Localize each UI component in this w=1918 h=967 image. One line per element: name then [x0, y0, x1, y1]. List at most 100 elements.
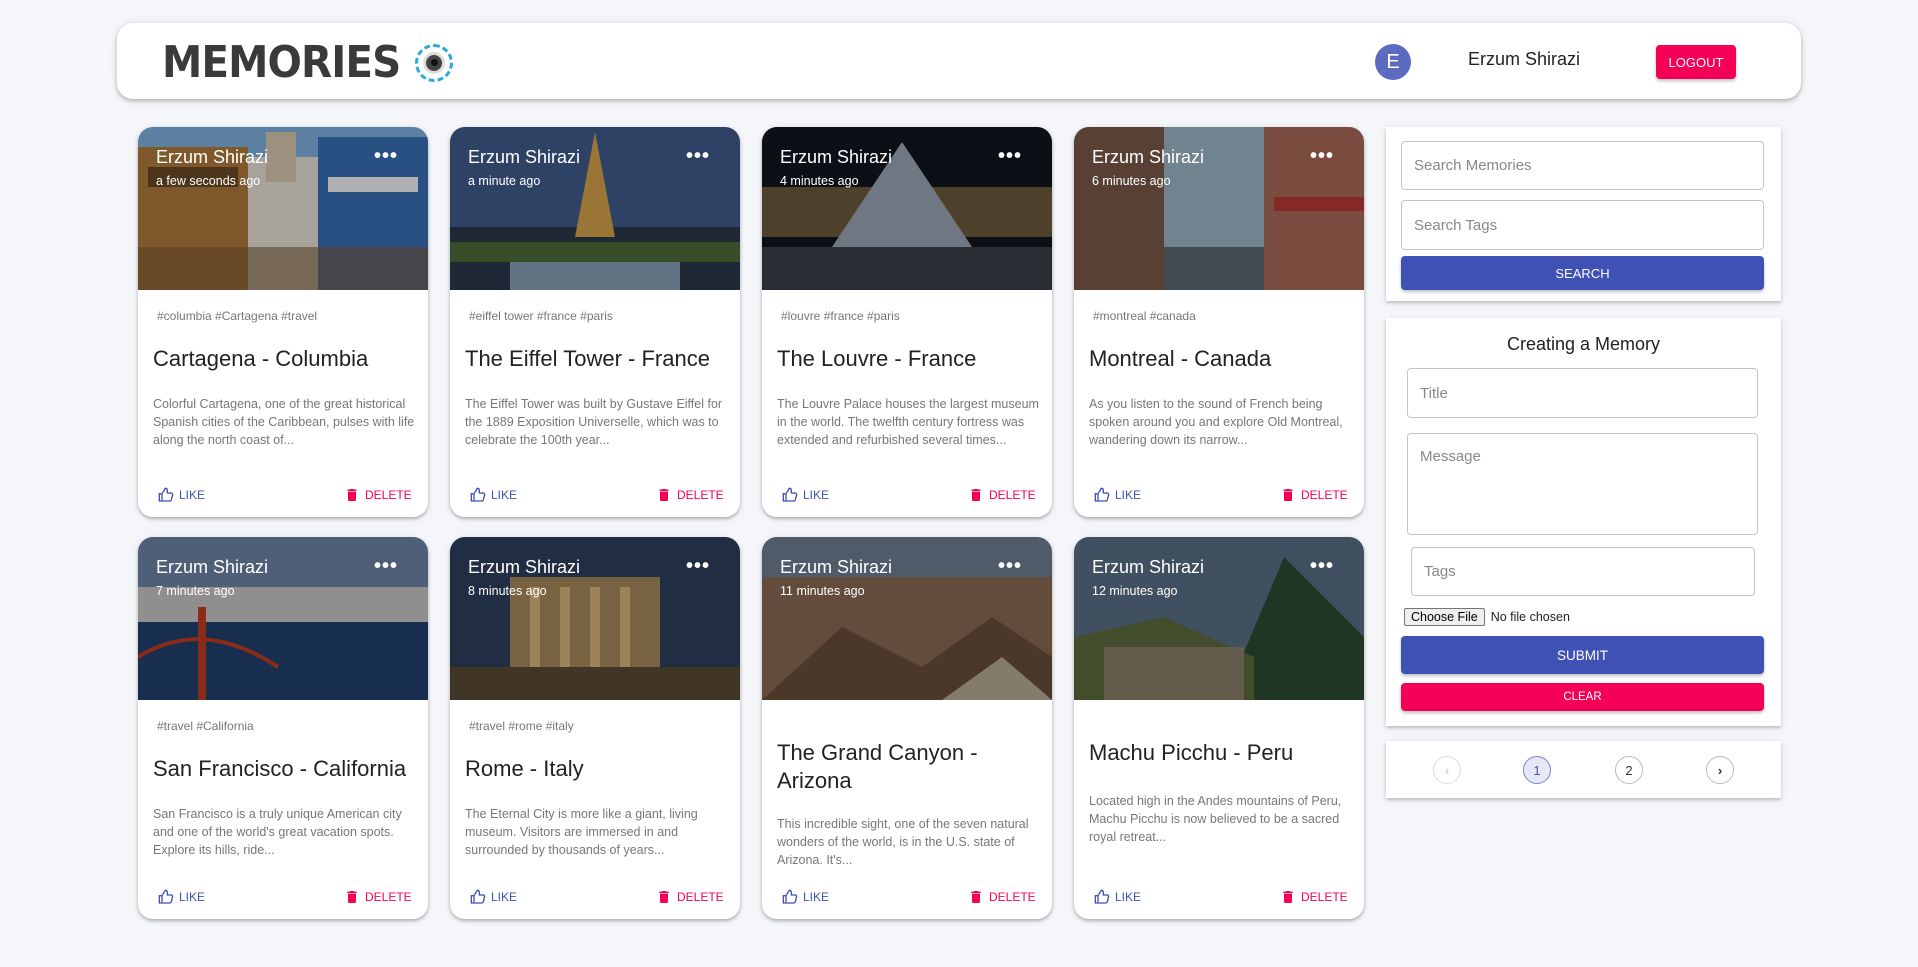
thumb-up-icon: [158, 889, 174, 904]
trash-icon: [971, 891, 981, 903]
delete-button[interactable]: DELETE: [1280, 487, 1348, 503]
post-time: 11 minutes ago: [780, 584, 865, 598]
search-memories-input[interactable]: [1401, 141, 1764, 190]
post-message: Colorful Cartagena, one of the great his…: [153, 397, 415, 447]
post-title: The Louvre - France: [777, 346, 977, 371]
tags-field[interactable]: [1411, 547, 1755, 596]
delete-label: DELETE: [365, 890, 412, 904]
camera-lens-icon: [415, 43, 454, 82]
post-image: Erzum Shirazi 11 minutes ago •••: [762, 537, 1052, 700]
more-options-icon[interactable]: •••: [374, 555, 398, 578]
more-options-icon[interactable]: •••: [998, 555, 1022, 578]
more-options-icon[interactable]: •••: [686, 145, 710, 168]
delete-button[interactable]: DELETE: [968, 889, 1036, 905]
like-label: LIKE: [179, 488, 206, 502]
trash-icon: [1283, 891, 1293, 903]
post-card: Erzum Shirazi 12 minutes ago ••• Machu P…: [1074, 537, 1364, 919]
page-button-2[interactable]: 2: [1615, 756, 1643, 784]
form-title: Creating a Memory: [1506, 334, 1661, 354]
post-time: 12 minutes ago: [1092, 584, 1178, 598]
post-author: Erzum Shirazi: [468, 147, 581, 167]
post-message: The Eiffel Tower was built by Gustave Ei…: [465, 397, 723, 447]
like-button[interactable]: LIKE: [470, 889, 517, 905]
search-button[interactable]: SEARCH: [1401, 256, 1764, 290]
post-card: Erzum Shirazi a minute ago ••• #eiffel t…: [450, 127, 740, 517]
post-tags: #eiffel tower #france #paris: [469, 309, 613, 323]
post-tags: #travel #California: [157, 719, 254, 733]
post-author: Erzum Shirazi: [468, 557, 581, 577]
like-button[interactable]: LIKE: [782, 487, 829, 503]
like-button[interactable]: LIKE: [158, 487, 205, 503]
thumb-up-icon: [782, 487, 798, 502]
post-tags: #montreal #canada: [1093, 309, 1196, 323]
delete-label: DELETE: [677, 890, 724, 904]
post-title: The Eiffel Tower - France: [465, 346, 710, 371]
search-panel: SEARCH: [1386, 127, 1781, 301]
delete-button[interactable]: DELETE: [344, 487, 412, 503]
trash-icon: [659, 891, 669, 903]
post-author: Erzum Shirazi: [156, 557, 269, 577]
delete-button[interactable]: DELETE: [344, 889, 412, 905]
delete-button[interactable]: DELETE: [656, 487, 724, 503]
post-title: Montreal - Canada: [1089, 346, 1272, 371]
post-time: a few seconds ago: [156, 174, 261, 188]
like-label: LIKE: [491, 488, 518, 502]
page-button-1[interactable]: 1: [1523, 756, 1551, 784]
more-options-icon[interactable]: •••: [374, 145, 398, 168]
submit-button[interactable]: SUBMIT: [1401, 636, 1764, 674]
post-image: Erzum Shirazi a minute ago •••: [450, 127, 740, 290]
post-tags: #columbia #Cartagena #travel: [157, 309, 318, 323]
post-author: Erzum Shirazi: [1092, 557, 1205, 577]
clear-button[interactable]: CLEAR: [1401, 683, 1764, 711]
thumb-up-icon: [1094, 487, 1110, 502]
brand[interactable]: Memories: [162, 37, 454, 88]
avatar[interactable]: E: [1375, 44, 1411, 80]
thumb-up-icon: [782, 889, 798, 904]
post-card: Erzum Shirazi 8 minutes ago ••• #travel …: [450, 537, 740, 919]
logout-button[interactable]: LOGOUT: [1656, 45, 1736, 79]
post-image: Erzum Shirazi 7 minutes ago •••: [138, 537, 428, 700]
more-options-icon[interactable]: •••: [686, 555, 710, 578]
message-field[interactable]: [1407, 433, 1758, 535]
more-options-icon[interactable]: •••: [998, 145, 1022, 168]
search-tags-input[interactable]: [1401, 200, 1764, 250]
more-options-icon[interactable]: •••: [1310, 555, 1334, 578]
chevron-left-icon[interactable]: ‹: [1433, 756, 1461, 784]
post-time: a minute ago: [468, 174, 541, 188]
post-image: Erzum Shirazi 4 minutes ago •••: [762, 127, 1052, 290]
chevron-right-icon[interactable]: ›: [1706, 756, 1734, 784]
delete-button[interactable]: DELETE: [968, 487, 1036, 503]
delete-button[interactable]: DELETE: [656, 889, 724, 905]
choose-file-button[interactable]: Choose File: [1404, 608, 1485, 626]
post-message: San Francisco is a truly unique American…: [153, 807, 402, 857]
like-button[interactable]: LIKE: [470, 487, 517, 503]
delete-label: DELETE: [677, 488, 724, 502]
trash-icon: [347, 489, 357, 501]
trash-icon: [347, 891, 357, 903]
post-time: 7 minutes ago: [156, 584, 235, 598]
like-label: LIKE: [1115, 488, 1142, 502]
post-message: The Eternal City is more like a giant, l…: [465, 807, 698, 857]
post-author: Erzum Shirazi: [780, 147, 893, 167]
post-message: The Louvre Palace houses the largest mus…: [777, 397, 1039, 447]
post-author: Erzum Shirazi: [156, 147, 269, 167]
delete-button[interactable]: DELETE: [1280, 889, 1348, 905]
trash-icon: [659, 489, 669, 501]
like-button[interactable]: LIKE: [1094, 487, 1141, 503]
trash-icon: [971, 489, 981, 501]
post-title: The Grand Canyon - Arizona: [777, 740, 978, 793]
post-author: Erzum Shirazi: [780, 557, 893, 577]
title-field[interactable]: [1407, 368, 1758, 418]
post-card: Erzum Shirazi 11 minutes ago ••• The Gra…: [762, 537, 1052, 919]
like-label: LIKE: [491, 890, 518, 904]
like-button[interactable]: LIKE: [1094, 889, 1141, 905]
app-bar: Memories E Erzum Shirazi LOGOUT: [117, 23, 1801, 99]
thumb-up-icon: [1094, 889, 1110, 904]
like-button[interactable]: LIKE: [158, 889, 205, 905]
delete-label: DELETE: [365, 488, 412, 502]
more-options-icon[interactable]: •••: [1310, 145, 1334, 168]
post-time: 4 minutes ago: [780, 174, 859, 188]
post-time: 8 minutes ago: [468, 584, 547, 598]
like-button[interactable]: LIKE: [782, 889, 829, 905]
post-title: San Francisco - California: [153, 756, 407, 781]
